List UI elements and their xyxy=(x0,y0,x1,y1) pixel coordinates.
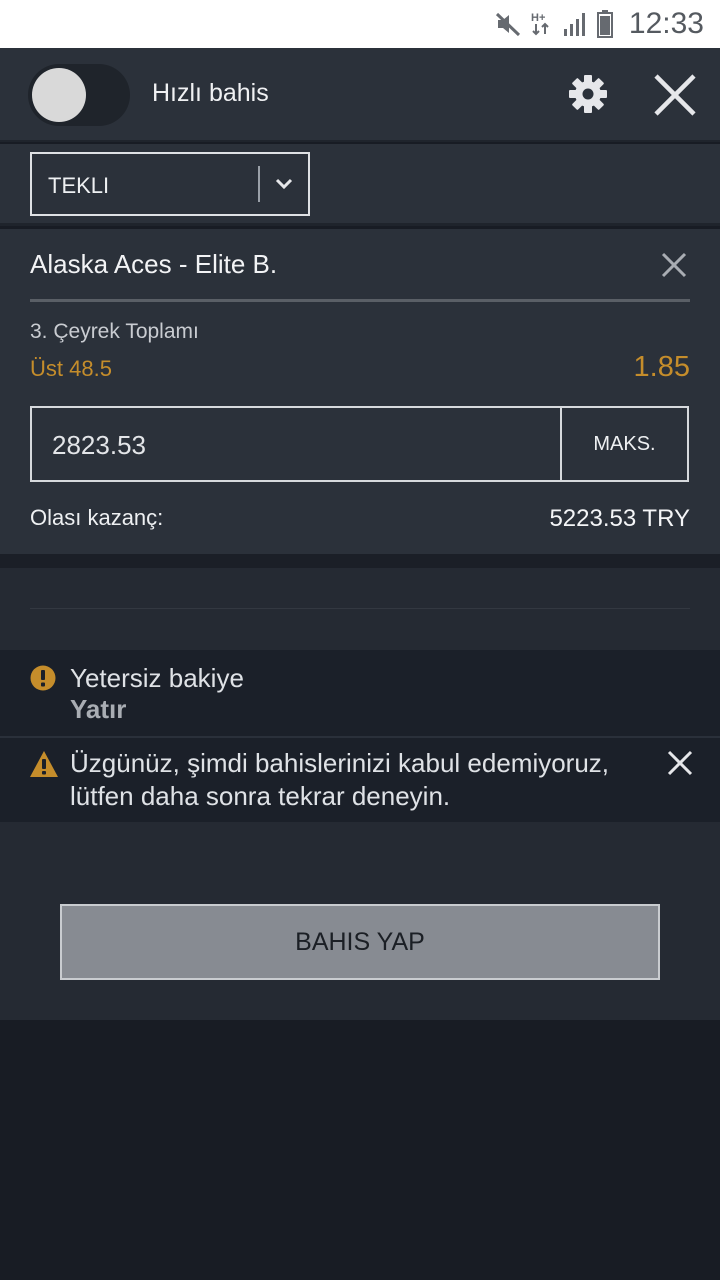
selection-name: Üst 48.5 xyxy=(30,356,112,381)
odds-value: 1.85 xyxy=(633,351,690,383)
max-stake-button[interactable]: MAKS. xyxy=(560,406,689,482)
dropdown-divider xyxy=(258,166,260,202)
hplus-network-icon: H+ xyxy=(531,12,549,36)
market-name: 3. Çeyrek Toplamı xyxy=(30,320,199,343)
battery-icon xyxy=(596,10,613,38)
status-icons: H+ 12:33 xyxy=(495,0,704,48)
bet-slip-header: Hızlı bahis xyxy=(0,48,720,142)
close-icon[interactable] xyxy=(652,72,698,118)
potential-win-value: 5223.53 TRY xyxy=(549,505,690,532)
warning-triangle-icon xyxy=(30,751,58,777)
close-alert-icon[interactable] xyxy=(666,749,694,777)
signal-icon xyxy=(563,13,585,36)
status-bar: H+ 12:33 xyxy=(0,0,720,48)
bet-type-row: TEKLI xyxy=(0,144,720,226)
place-bet-button[interactable]: BAHIS YAP xyxy=(60,904,660,980)
bet-type-value: TEKLI xyxy=(48,173,110,198)
error-message: Üzgünüz, şimdi bahislerinizi kabul edemi… xyxy=(70,748,610,811)
quick-bet-label: Hızlı bahis xyxy=(152,79,269,107)
section-gap xyxy=(0,554,720,568)
section-spacer xyxy=(0,568,720,650)
toggle-knob xyxy=(32,68,86,122)
empty-area xyxy=(0,1020,720,1280)
stake-value: 2823.53 xyxy=(52,430,146,460)
status-time: 12:33 xyxy=(628,7,704,40)
bet-card: Alaska Aces - Elite B. 3. Çeyrek Toplamı… xyxy=(0,229,720,554)
exclamation-circle-icon xyxy=(30,665,56,691)
mute-icon xyxy=(495,12,520,37)
bet-type-dropdown[interactable]: TEKLI xyxy=(30,152,310,216)
remove-selection-icon[interactable] xyxy=(660,251,688,279)
gear-icon[interactable] xyxy=(566,72,610,116)
stake-input[interactable]: 2823.53 xyxy=(30,406,560,482)
spacer-divider xyxy=(30,608,690,609)
potential-win-label: Olası kazanç: xyxy=(30,505,164,530)
event-title: Alaska Aces - Elite B. xyxy=(30,249,278,279)
insufficient-balance-text: Yetersiz bakiye xyxy=(70,663,244,693)
deposit-link[interactable]: Yatır xyxy=(70,694,126,725)
event-divider xyxy=(30,299,690,302)
chevron-down-icon xyxy=(275,178,293,190)
svg-text:H+: H+ xyxy=(531,12,545,24)
quick-bet-toggle[interactable] xyxy=(28,64,130,126)
